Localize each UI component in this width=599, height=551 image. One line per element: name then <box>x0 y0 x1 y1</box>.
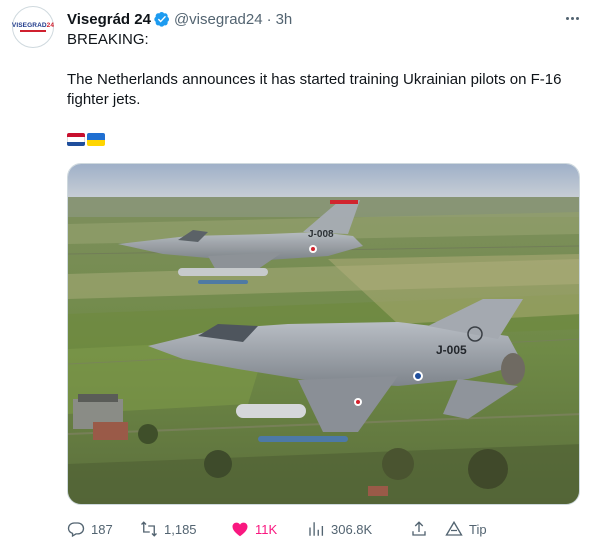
header-separator: · <box>266 10 272 28</box>
author-handle[interactable]: @visegrad24 <box>174 11 263 28</box>
views-button[interactable]: 306.8K <box>307 518 372 540</box>
author-name[interactable]: Visegrád 24 <box>67 11 151 28</box>
tweet-image[interactable]: J-008 J-005 <box>67 163 580 505</box>
avatar-logo-text: VISEGRAD24 <box>11 22 55 29</box>
flag-emojis <box>67 133 105 146</box>
netherlands-flag-icon <box>67 133 85 146</box>
reply-button[interactable]: 187 <box>67 518 113 540</box>
analytics-icon <box>309 522 324 536</box>
tail-code-rear: J-008 <box>308 229 334 240</box>
avatar[interactable]: VISEGRAD24 <box>12 6 54 48</box>
view-count: 306.8K <box>331 521 373 537</box>
tip-label: Tip <box>469 521 487 537</box>
retweet-button[interactable]: 1,185 <box>140 518 197 540</box>
tweet-header: Visegrád 24 @visegrad24 · 3h <box>67 9 292 29</box>
avatar-logo-bar <box>20 30 46 32</box>
heart-filled-icon <box>232 522 248 537</box>
reply-icon <box>67 522 85 538</box>
reply-count: 187 <box>91 521 113 537</box>
share-button[interactable] <box>410 518 428 540</box>
tail-code-front: J-005 <box>436 343 467 357</box>
ukraine-flag-icon <box>87 133 105 146</box>
tip-icon <box>445 520 463 536</box>
more-options-icon[interactable] <box>560 10 584 26</box>
tip-button[interactable]: Tip <box>445 518 487 540</box>
tweet-timestamp[interactable]: 3h <box>276 11 293 28</box>
tweet-text-breaking: BREAKING: <box>67 31 149 48</box>
tweet[interactable]: VISEGRAD24 Visegrád 24 @visegrad24 · 3h … <box>0 0 599 551</box>
retweet-icon <box>141 521 157 537</box>
like-button[interactable]: 11K <box>231 518 277 540</box>
share-icon <box>412 521 426 536</box>
verified-badge-icon <box>154 12 169 27</box>
retweet-count: 1,185 <box>164 521 197 537</box>
action-bar: 187 1,185 11K 306.8K Tip <box>67 518 587 540</box>
f16-photo: J-008 J-005 <box>68 164 579 504</box>
tweet-text-body: The Netherlands announces it has started… <box>67 71 562 108</box>
like-count: 11K <box>255 521 278 537</box>
